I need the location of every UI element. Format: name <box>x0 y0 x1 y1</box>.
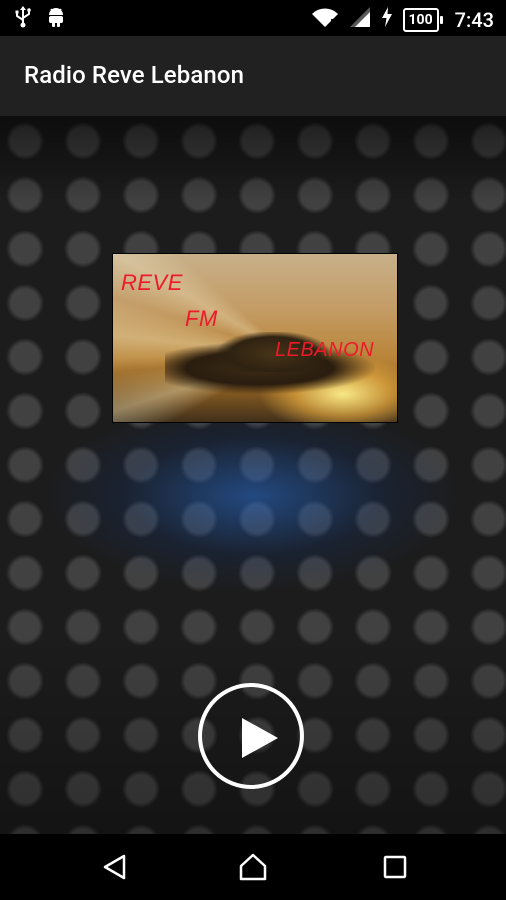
app-bar: Radio Reve Lebanon <box>0 36 506 116</box>
wifi-icon <box>311 6 339 33</box>
back-button[interactable] <box>92 844 138 890</box>
signal-icon <box>349 6 371 33</box>
status-bar-right: 100 7:43 <box>311 6 494 33</box>
app-title: Radio Reve Lebanon <box>24 61 245 89</box>
logo-text-reve: REVE <box>121 270 183 295</box>
back-icon <box>103 854 126 880</box>
play-button[interactable] <box>198 683 304 789</box>
logo-text-lebanon: LEBANON <box>275 339 375 361</box>
charging-icon <box>381 6 393 33</box>
battery-icon: 100 <box>402 7 443 32</box>
usb-icon <box>14 6 32 32</box>
home-icon <box>239 853 267 881</box>
status-bar-left <box>14 6 66 32</box>
recents-icon <box>383 855 407 879</box>
logo-text-fm: FM <box>185 306 218 331</box>
player-screen: REVE FM LEBANON <box>0 116 506 834</box>
play-icon <box>242 718 278 758</box>
recents-button[interactable] <box>372 844 418 890</box>
navigation-bar <box>0 834 506 900</box>
android-debug-icon <box>46 6 66 32</box>
status-bar: 100 7:43 <box>0 0 506 36</box>
clock: 7:43 <box>454 7 494 32</box>
station-logo: REVE FM LEBANON <box>112 253 398 423</box>
home-button[interactable] <box>230 844 276 890</box>
